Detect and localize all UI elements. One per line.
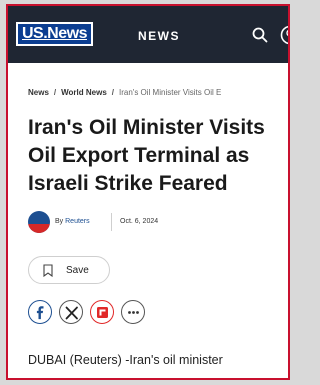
more-icon: [128, 311, 139, 314]
publish-date: Oct. 6, 2024: [120, 218, 159, 225]
facebook-icon: [36, 306, 44, 320]
browser-frame: US.News NEWS News / World News / Iran's Oil …: [6, 4, 290, 380]
x-twitter-icon: [65, 306, 78, 320]
byline-source[interactable]: Reuters: [65, 218, 90, 225]
bookmark-icon: [43, 264, 53, 277]
breadcrumb-world-news[interactable]: World News: [61, 88, 107, 97]
nav-news-link[interactable]: NEWS: [138, 29, 180, 43]
article-lead-text: DUBAI (Reuters) -Iran's oil minister: [28, 353, 223, 367]
breadcrumb-separator: /: [111, 88, 115, 97]
reuters-avatar: [28, 211, 50, 233]
save-label: Save: [66, 265, 89, 276]
more-share-button[interactable]: [121, 300, 145, 324]
account-icon[interactable]: [280, 25, 290, 45]
save-button[interactable]: Save: [28, 256, 110, 284]
site-header: US.News NEWS: [8, 6, 288, 63]
article-title: Iran's Oil Minister Visits Oil Export Te…: [28, 116, 265, 195]
search-icon[interactable]: [252, 27, 268, 43]
flipboard-share-button[interactable]: [90, 300, 114, 324]
flipboard-icon: [97, 307, 108, 318]
byline-prefix: By: [55, 218, 64, 225]
breadcrumb-news[interactable]: News: [28, 88, 49, 97]
byline-text: By Reuters: [55, 218, 90, 225]
logo-text: US.News: [22, 25, 87, 42]
usnews-logo[interactable]: US.News: [16, 22, 93, 46]
breadcrumb-current: Iran's Oil Minister Visits Oil E: [119, 88, 222, 97]
breadcrumb-separator: /: [53, 88, 57, 97]
byline-divider: [111, 213, 112, 231]
x-share-button[interactable]: [59, 300, 83, 324]
breadcrumb: News / World News / Iran's Oil Minister Visi…: [28, 88, 221, 97]
byline: By Reuters Oct. 6, 2024: [28, 211, 278, 233]
facebook-share-button[interactable]: [28, 300, 52, 324]
